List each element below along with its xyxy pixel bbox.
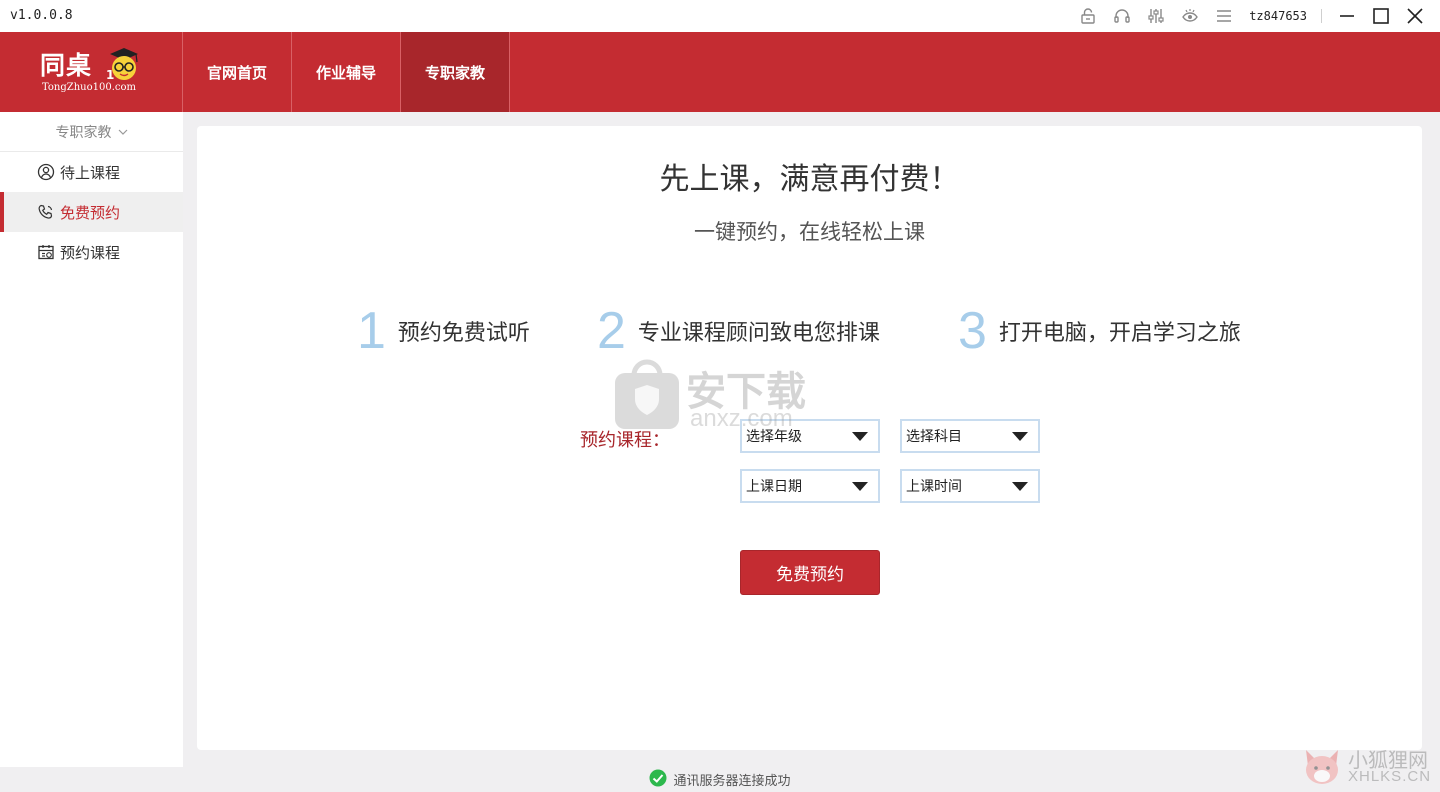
dropdown-arrow-icon [852,432,868,441]
step-text: 预约免费试听 [397,321,530,346]
minimize-button[interactable] [1330,0,1364,32]
lock-icon[interactable] [1071,0,1105,32]
page-title: 先上课，满意再付费！ [659,162,960,197]
logo-text: 同桌 [40,51,93,80]
step-text: 专业课程顾问致电您排课 [637,321,880,346]
subject-select[interactable]: 选择科目 [900,419,1040,453]
sidebar-item-label: 预约课程 [60,243,121,262]
dropdown-arrow-icon [852,482,868,491]
sidebar-item-label: 待上课程 [60,163,121,182]
connection-status: 通讯服务器连接成功 [673,774,791,789]
menu-icon[interactable] [1207,0,1241,32]
grade-select-value: 选择年级 [746,429,802,445]
settings-sliders-icon[interactable] [1139,0,1173,32]
user-circle-icon [36,162,56,182]
step-2: 2 专业课程顾问致电您排课 [597,301,880,361]
step-number: 2 [597,302,626,360]
sidebar: 专职家教 待上课程 免费预约 预约课程 [0,112,183,767]
nav-home[interactable]: 官网首页 [183,32,292,112]
maximize-icon [1373,8,1389,24]
page-subtitle: 一键预约，在线轻松上课 [694,220,925,244]
phone-icon [36,202,56,222]
booking-panel: 先上课，满意再付费！ 一键预约，在线轻松上课 1 预约免费试听 2 专业课程顾问… [197,126,1422,750]
username-label[interactable]: tz847653 [1249,9,1307,23]
status-bar: 通讯服务器连接成功 [0,767,1440,792]
sidebar-item-free-booking[interactable]: 免费预约 [0,192,183,232]
title-bar-divider [1321,9,1322,23]
dropdown-arrow-icon [1012,432,1028,441]
date-select-value: 上课日期 [746,479,802,495]
free-booking-button[interactable]: 免费预约 [740,550,880,595]
step-text: 打开电脑，开启学习之旅 [998,321,1241,346]
step-number: 1 [357,302,386,360]
sidebar-item-label: 免费预约 [60,203,121,222]
eye-care-icon[interactable] [1173,0,1207,32]
sidebar-item-booked-courses[interactable]: 预约课程 [0,232,183,272]
dropdown-arrow-icon [1012,482,1028,491]
success-check-icon [649,769,667,791]
nav-homework-help[interactable]: 作业辅导 [292,32,401,112]
step-1: 1 预约免费试听 [357,301,530,361]
sidebar-header[interactable]: 专职家教 [0,112,183,152]
chevron-down-icon [118,124,128,140]
logo-mascot-icon: 1 [104,46,144,86]
booking-form-label: 预约课程： [580,430,670,451]
svg-text:1: 1 [106,68,114,82]
sidebar-header-label: 专职家教 [55,124,112,141]
step-number: 3 [958,302,987,360]
main-nav: 官网首页 作业辅导 专职家教 [183,32,510,112]
step-3: 3 打开电脑，开启学习之旅 [958,301,1241,361]
time-select[interactable]: 上课时间 [900,469,1040,503]
minimize-icon [1340,15,1354,17]
date-select[interactable]: 上课日期 [740,469,880,503]
nav-tutoring[interactable]: 专职家教 [401,32,510,112]
title-bar: v1.0.0.8 tz847653 [0,0,1440,32]
top-header: 同桌 1 TongZhuo100.com 官网首页 作业辅导 专职家教 [0,32,1440,112]
app-version: v1.0.0.8 [10,8,73,23]
maximize-button[interactable] [1364,0,1398,32]
close-icon [1407,8,1423,24]
title-bar-controls: tz847653 [1071,0,1440,32]
calendar-icon [36,242,56,262]
grade-select[interactable]: 选择年级 [740,419,880,453]
time-select-value: 上课时间 [906,479,962,495]
headset-icon[interactable] [1105,0,1139,32]
logo-domain: TongZhuo100.com [42,82,136,93]
close-button[interactable] [1398,0,1432,32]
app-logo[interactable]: 同桌 1 TongZhuo100.com [0,32,183,112]
sidebar-item-upcoming-classes[interactable]: 待上课程 [0,152,183,192]
subject-select-value: 选择科目 [906,429,962,445]
